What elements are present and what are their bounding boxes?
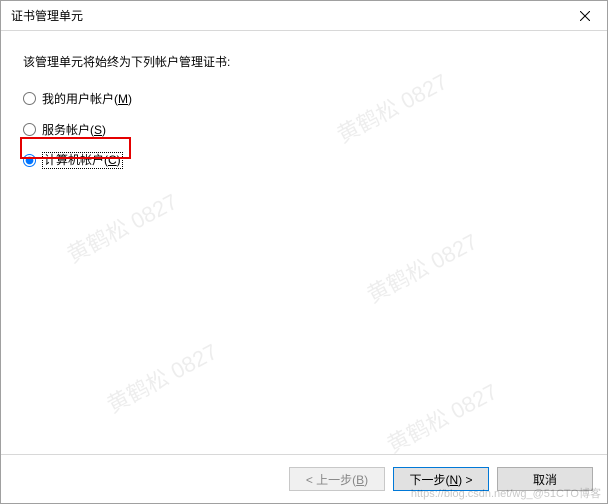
dialog-window: 证书管理单元 该管理单元将始终为下列帐户管理证书: 我的用户帐户(M) 服务帐户… [0, 0, 608, 504]
titlebar: 证书管理单元 [1, 1, 607, 31]
close-icon [580, 11, 590, 21]
radio-computer-input[interactable] [23, 154, 36, 167]
back-button: < 上一步(B) [289, 467, 385, 491]
radio-user-account[interactable]: 我的用户帐户(M) [23, 90, 585, 107]
radio-user-label: 我的用户帐户(M) [42, 90, 132, 107]
radio-service-input[interactable] [23, 123, 36, 136]
close-button[interactable] [562, 1, 607, 30]
window-title: 证书管理单元 [11, 7, 562, 24]
cancel-button[interactable]: 取消 [497, 467, 593, 491]
radio-computer-account[interactable]: 计算机帐户(C) [23, 152, 585, 169]
account-radio-group: 我的用户帐户(M) 服务帐户(S) 计算机帐户(C) [23, 90, 585, 169]
next-button[interactable]: 下一步(N) > [393, 467, 489, 491]
watermark-text: 黄鹤松 0827 [361, 224, 483, 309]
dialog-footer: < 上一步(B) 下一步(N) > 取消 https://blog.csdn.n… [1, 454, 607, 503]
watermark-text: 黄鹤松 0827 [381, 374, 503, 459]
radio-user-input[interactable] [23, 92, 36, 105]
watermark-text: 黄鹤松 0827 [61, 184, 183, 269]
watermark-text: 黄鹤松 0827 [101, 334, 223, 419]
radio-service-account[interactable]: 服务帐户(S) [23, 121, 585, 138]
radio-computer-label: 计算机帐户(C) [42, 152, 123, 169]
radio-service-label: 服务帐户(S) [42, 121, 106, 138]
prompt-text: 该管理单元将始终为下列帐户管理证书: [23, 53, 585, 70]
dialog-body: 该管理单元将始终为下列帐户管理证书: 我的用户帐户(M) 服务帐户(S) 计算机… [1, 31, 607, 454]
